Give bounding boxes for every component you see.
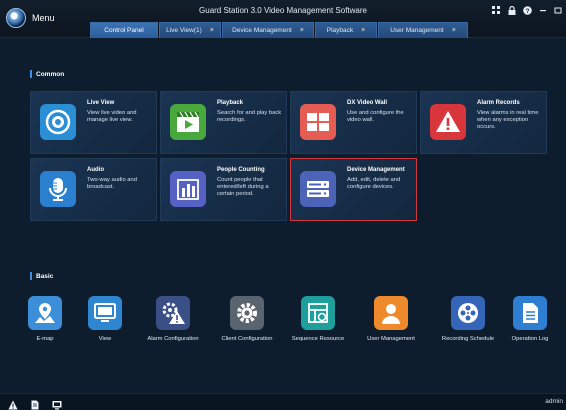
status-icons (8, 397, 62, 410)
section-marker (30, 272, 32, 280)
basic-item-label: Alarm Configuration (147, 336, 199, 342)
playback-icon (170, 104, 206, 140)
alarm-records-card[interactable]: Alarm Records View alarms in real time w… (420, 91, 547, 154)
basic-item-label: Client Configuration (221, 336, 273, 342)
basic-item-label: Recording Schedule (441, 336, 495, 342)
card-description: Two-way audio and broadcast. (87, 177, 137, 190)
title-bar: Menu Guard Station 3.0 Video Management … (0, 0, 566, 38)
basic-item-label: Operation Log (511, 336, 549, 342)
window-controls: ? (492, 4, 562, 16)
current-user: admin (545, 398, 563, 405)
section-marker (30, 70, 32, 78)
card-description: View live video and manage live view. (87, 110, 137, 123)
status-bar: admin (0, 393, 566, 410)
close-icon[interactable]: × (452, 27, 456, 34)
lock-icon[interactable] (508, 5, 516, 15)
device-management-icon (300, 171, 336, 207)
minimize-icon[interactable] (539, 6, 547, 15)
monitor-icon[interactable] (52, 397, 62, 410)
tab-label: User Management (390, 27, 444, 34)
card-description: Use and configure the video wall. (347, 110, 404, 123)
playback-card[interactable]: Playback Search for and play back record… (160, 91, 287, 154)
alarm-records-icon (430, 104, 466, 140)
section-label: Basic (36, 272, 54, 280)
basic-item-label: User Management (367, 336, 415, 342)
people-counting-card[interactable]: People Counting Count people that entere… (160, 158, 287, 221)
common-section-title: Common (30, 70, 64, 78)
tab-playback[interactable]: Playback × (315, 22, 377, 38)
document-icon[interactable] (30, 397, 40, 410)
sequence-resource-button[interactable]: Sequence Resource (283, 296, 353, 346)
sequence-resource-icon (301, 296, 335, 330)
alarm-config-icon (156, 296, 190, 330)
basic-item-label: E-map (36, 336, 54, 342)
user-management-icon (374, 296, 408, 330)
video-wall-icon (300, 104, 336, 140)
device-management-card[interactable]: Device Management Add, edit, delete and … (290, 158, 417, 221)
tab-control-panel[interactable]: Control Panel (90, 22, 158, 38)
control-panel: Common Live View View live video and man… (0, 38, 566, 393)
card-description: View alarms in real time when any except… (477, 110, 539, 130)
tab-bar: Control Panel Live View(1) × Device Mana… (90, 22, 469, 38)
card-title: Playback (217, 100, 244, 106)
operation-log-icon (513, 296, 547, 330)
section-label: Common (36, 70, 65, 78)
close-icon[interactable]: × (210, 27, 214, 34)
maximize-icon[interactable] (554, 6, 562, 15)
close-icon[interactable]: × (300, 27, 304, 34)
tab-label: Live View(1) (166, 27, 202, 34)
view-button[interactable]: View (70, 296, 140, 346)
recording-schedule-button[interactable]: Recording Schedule (433, 296, 503, 346)
tab-label: Playback (326, 27, 354, 34)
card-title: Device Management (347, 167, 405, 173)
live-view-card[interactable]: Live View View live video and manage liv… (30, 91, 157, 154)
card-title: People Counting (217, 167, 265, 173)
client-config-icon (230, 296, 264, 330)
app-logo-icon (6, 8, 26, 28)
tab-label: Control Panel (104, 27, 144, 34)
card-description: Add, edit, delete and configure devices. (347, 177, 401, 190)
tab-label: Device Management (232, 27, 292, 34)
basic-section-title: Basic (30, 272, 53, 280)
grid-icon[interactable] (492, 5, 501, 15)
emap-icon (28, 296, 62, 330)
video-wall-card[interactable]: DX Video Wall Use and configure the vide… (290, 91, 417, 154)
tab-device-management[interactable]: Device Management × (222, 22, 314, 38)
card-description: Search for and play back recordings. (217, 110, 282, 123)
close-icon[interactable]: × (361, 27, 365, 34)
tab-user-management[interactable]: User Management × (378, 22, 468, 38)
help-icon[interactable]: ? (523, 5, 532, 15)
svg-text:?: ? (526, 8, 530, 15)
audio-icon (40, 171, 76, 207)
card-title: DX Video Wall (347, 100, 388, 106)
operation-log-button[interactable]: Operation Log (495, 296, 565, 346)
user-management-button[interactable]: User Management (356, 296, 426, 346)
alarm-configuration-button[interactable]: Alarm Configuration (138, 296, 208, 346)
tab-live-view[interactable]: Live View(1) × (159, 22, 221, 38)
live-view-icon (40, 104, 76, 140)
card-title: Alarm Records (477, 100, 520, 106)
basic-item-label: View (98, 336, 112, 342)
card-title: Live View (87, 100, 115, 106)
audio-card[interactable]: Audio Two-way audio and broadcast. (30, 158, 157, 221)
warning-icon[interactable] (8, 397, 18, 410)
basic-item-label: Sequence Resource (291, 336, 345, 342)
client-configuration-button[interactable]: Client Configuration (212, 296, 282, 346)
app-title: Guard Station 3.0 Video Management Softw… (199, 6, 367, 15)
menu-button[interactable]: Menu (6, 8, 55, 28)
people-counting-icon (170, 171, 206, 207)
menu-label: Menu (32, 13, 55, 23)
view-icon (88, 296, 122, 330)
card-title: Audio (87, 167, 104, 173)
recording-schedule-icon (451, 296, 485, 330)
card-description: Count people that entered/left during a … (217, 177, 269, 197)
